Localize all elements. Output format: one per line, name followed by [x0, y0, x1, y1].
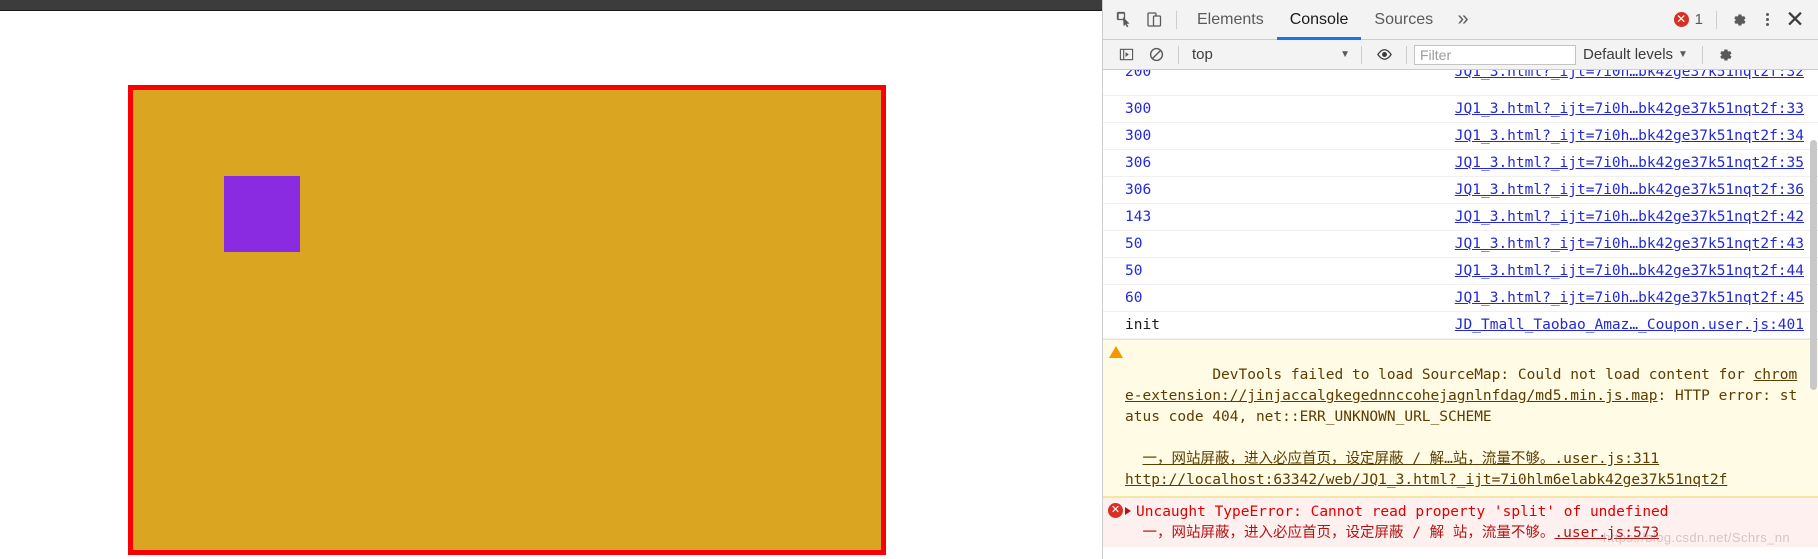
console-value: 300 [1125, 128, 1152, 144]
console-row[interactable]: 300 JQ1_3.html?_ijt=7i0h…bk42ge37k51nqt2… [1103, 96, 1818, 123]
tab-console[interactable]: Console [1276, 0, 1362, 40]
console-value: 143 [1125, 209, 1152, 225]
error-sub-source[interactable]: .user.js:573 [1554, 525, 1659, 541]
error-sub-text: 一，网站屏蔽，进入必应首页，设定屏蔽 / 解 站，流量不够。 [1142, 525, 1555, 541]
console-sidebar-icon[interactable] [1111, 41, 1141, 69]
console-row[interactable]: 200 JQ1_3.html?_ijt=7i0h…bk42ge37k51nqt2… [1103, 70, 1818, 96]
warning-sub-text[interactable]: 一，网站屏蔽，进入必应首页，设定屏蔽 / 解…站，流量不够。 [1142, 451, 1554, 467]
gear-icon[interactable] [1724, 6, 1754, 34]
chevron-down-icon: ▼ [1340, 49, 1350, 60]
devtools-panel: Elements Console Sources » ✕ 1 ✕ top ▼ F… [1102, 0, 1818, 559]
more-tabs-icon[interactable]: » [1446, 6, 1480, 34]
console-filter-toolbar: top ▼ Default levels ▼ [1103, 40, 1818, 70]
console-row[interactable]: 50 JQ1_3.html?_ijt=7i0h…bk42ge37k51nqt2f… [1103, 258, 1818, 285]
console-source-link[interactable]: JQ1_3.html?_ijt=7i0h…bk42ge37k51nqt2f:42 [1455, 207, 1804, 227]
tab-sources[interactable]: Sources [1361, 0, 1446, 39]
gold-rectangle [128, 85, 886, 555]
log-levels-value: Default levels [1583, 46, 1674, 63]
console-value: 306 [1125, 155, 1152, 171]
console-value: 200 [1125, 70, 1152, 80]
warning-triangle-icon [1109, 346, 1123, 358]
console-value: 60 [1125, 290, 1143, 306]
console-row[interactable]: 60 JQ1_3.html?_ijt=7i0h…bk42ge37k51nqt2f… [1103, 285, 1818, 312]
log-levels-select[interactable]: Default levels ▼ [1576, 46, 1695, 63]
execution-context-value: top [1192, 46, 1213, 63]
filterbar-divider-4 [1701, 45, 1703, 64]
console-value: 50 [1125, 263, 1143, 279]
error-circle-icon: ✕ [1108, 503, 1123, 518]
console-row[interactable]: 306 JQ1_3.html?_ijt=7i0h…bk42ge37k51nqt2… [1103, 150, 1818, 177]
device-toolbar-icon[interactable] [1139, 6, 1169, 34]
error-sub-row: 一，网站屏蔽，进入必应首页，设定屏蔽 / 解 站，流量不够。.user.js:5… [1125, 523, 1804, 544]
screen: Elements Console Sources » ✕ 1 ✕ top ▼ F… [0, 0, 1818, 559]
console-scrollbar-thumb[interactable] [1810, 140, 1817, 390]
purple-square [224, 176, 300, 252]
console-source-link[interactable]: JQ1_3.html?_ijt=7i0h…bk42ge37k51nqt2f:36 [1455, 180, 1804, 200]
console-value: 300 [1125, 101, 1152, 117]
console-value: 306 [1125, 182, 1152, 198]
console-source-link[interactable]: JQ1_3.html?_ijt=7i0h…bk42ge37k51nqt2f:35 [1455, 153, 1804, 173]
inspect-element-icon[interactable] [1109, 6, 1139, 34]
console-source-link[interactable]: JQ1_3.html?_ijt=7i0h…bk42ge37k51nqt2f:43 [1455, 234, 1804, 254]
kebab-menu-icon[interactable] [1754, 7, 1780, 33]
console-row[interactable]: init JD_Tmall_Taobao_Amaz…_Coupon.user.j… [1103, 312, 1818, 339]
console-source-link[interactable]: JQ1_3.html?_ijt=7i0h…bk42ge37k51nqt2f:45 [1455, 288, 1804, 308]
filterbar-divider-1 [1178, 45, 1179, 64]
console-row[interactable]: 50 JQ1_3.html?_ijt=7i0h…bk42ge37k51nqt2f… [1103, 231, 1818, 258]
console-warning-message[interactable]: DevTools failed to load SourceMap: Could… [1103, 339, 1818, 497]
warning-text: DevTools failed to load SourceMap: Could… [1125, 344, 1804, 449]
page-viewport [0, 12, 1102, 559]
chevron-down-icon: ▼ [1678, 49, 1688, 60]
actions-divider [1716, 10, 1717, 29]
console-source-link[interactable]: JD_Tmall_Taobao_Amaz…_Coupon.user.js:401 [1455, 315, 1804, 335]
error-main-row: Uncaught TypeError: Cannot read property… [1125, 502, 1804, 523]
console-source-link[interactable]: JQ1_3.html?_ijt=7i0h…bk42ge37k51nqt2f:32 [1455, 70, 1804, 82]
console-message-list[interactable]: 200 JQ1_3.html?_ijt=7i0h…bk42ge37k51nqt2… [1103, 70, 1818, 559]
console-error-message[interactable]: ✕ Uncaught TypeError: Cannot read proper… [1103, 497, 1818, 547]
console-row[interactable]: 306 JQ1_3.html?_ijt=7i0h…bk42ge37k51nqt2… [1103, 177, 1818, 204]
expand-triangle-icon[interactable] [1125, 507, 1131, 515]
console-value: 50 [1125, 236, 1143, 252]
tab-elements[interactable]: Elements [1184, 0, 1277, 39]
console-row[interactable]: 143 JQ1_3.html?_ijt=7i0h…bk42ge37k51nqt2… [1103, 204, 1818, 231]
toolbar-divider [1176, 10, 1177, 29]
warning-prefix: DevTools failed to load SourceMap: Could… [1212, 367, 1754, 383]
clear-console-icon[interactable] [1141, 41, 1171, 69]
filterbar-divider-2 [1361, 45, 1362, 64]
tabbar-actions: ✕ 1 ✕ [1668, 6, 1818, 34]
error-message: Uncaught TypeError: Cannot read property… [1136, 504, 1669, 520]
console-scrollbar[interactable] [1809, 70, 1818, 559]
console-source-link[interactable]: JQ1_3.html?_ijt=7i0h…bk42ge37k51nqt2f:44 [1455, 261, 1804, 281]
warning-sub-source[interactable]: .user.js:311 [1554, 451, 1659, 467]
error-count-badge[interactable]: ✕ 1 [1668, 11, 1709, 28]
console-row[interactable]: 300 JQ1_3.html?_ijt=7i0h…bk42ge37k51nqt2… [1103, 123, 1818, 150]
filter-input[interactable] [1414, 44, 1576, 65]
error-count-label: 1 [1694, 11, 1703, 28]
close-icon[interactable]: ✕ [1780, 6, 1810, 34]
console-settings-gear-icon[interactable] [1710, 41, 1740, 69]
execution-context-select[interactable]: top ▼ [1186, 44, 1354, 66]
console-source-link[interactable]: JQ1_3.html?_ijt=7i0h…bk42ge37k51nqt2f:33 [1455, 99, 1804, 119]
console-source-link[interactable]: JQ1_3.html?_ijt=7i0h…bk42ge37k51nqt2f:34 [1455, 126, 1804, 146]
warning-sub-url-row: http://localhost:63342/web/JQ1_3.html?_i… [1125, 470, 1804, 491]
live-expression-eye-icon[interactable] [1369, 41, 1399, 69]
devtools-tabbar: Elements Console Sources » ✕ 1 ✕ [1103, 0, 1818, 40]
filterbar-divider-3 [1406, 45, 1407, 64]
console-value: init [1125, 317, 1160, 333]
warning-sub-row: 一，网站屏蔽，进入必应首页，设定屏蔽 / 解…站，流量不够。.user.js:3… [1125, 449, 1804, 470]
error-circle-icon: ✕ [1673, 12, 1689, 27]
warning-sub-url[interactable]: http://localhost:63342/web/JQ1_3.html?_i… [1125, 472, 1727, 488]
